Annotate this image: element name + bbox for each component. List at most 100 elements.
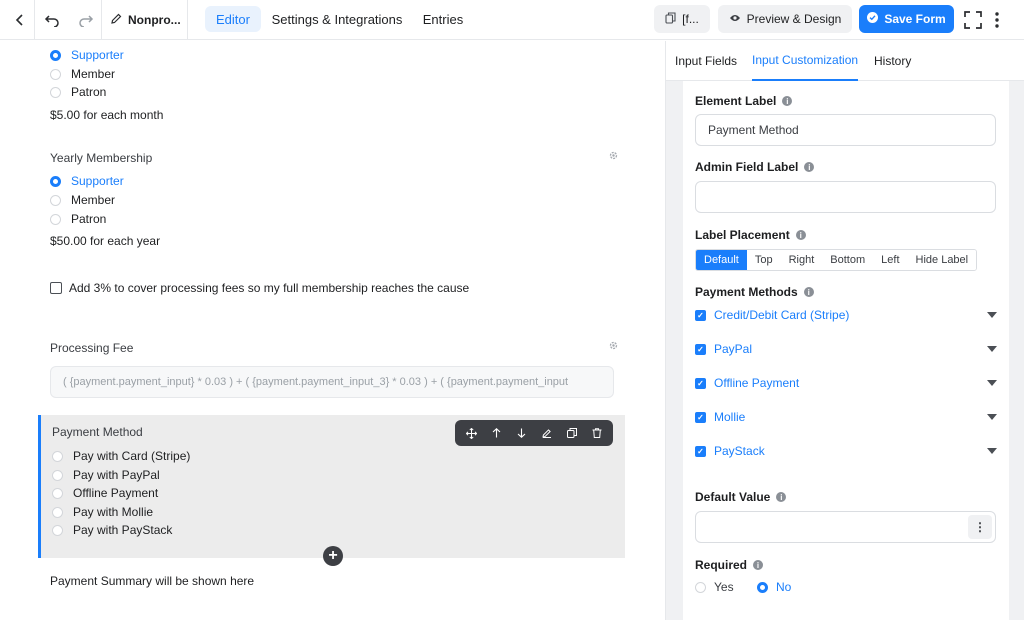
radio-label: Pay with PayStack (73, 523, 173, 537)
undo-icon[interactable] (38, 6, 66, 34)
redo-icon[interactable] (72, 6, 100, 34)
placement-hide-label[interactable]: Hide Label (907, 250, 977, 270)
placement-default[interactable]: Default (696, 250, 747, 270)
radio-indicator (52, 487, 63, 499)
trash-icon[interactable] (587, 423, 607, 443)
caret-down-icon[interactable] (987, 380, 997, 386)
radio-label: Member (71, 193, 116, 207)
caret-down-icon[interactable] (987, 448, 997, 454)
placement-right[interactable]: Right (780, 250, 823, 270)
payment-method-row-stripe[interactable]: ✓ Credit/Debit Card (Stripe) (695, 305, 997, 325)
preview-design-button[interactable]: Preview & Design (718, 5, 852, 33)
payment-option-mollie[interactable]: Pay with Mollie (52, 505, 153, 519)
checkbox-checked-icon[interactable]: ✓ (695, 309, 706, 321)
yearly-option-member[interactable]: Member (50, 193, 115, 207)
processing-fee-formula-input[interactable]: ( {payment.payment_input} * 0.03 ) + ( {… (50, 366, 614, 398)
check-circle-icon (867, 12, 879, 26)
info-icon: i (782, 96, 793, 106)
heading-text: Admin Field Label (695, 160, 799, 174)
tab-input-fields[interactable]: Input Fields (675, 41, 737, 81)
radio-indicator (52, 506, 63, 518)
shortcode-label: [f... (682, 12, 699, 26)
save-form-label: Save Form (884, 12, 946, 26)
tab-editor[interactable]: Editor (205, 6, 261, 32)
fullscreen-icon[interactable] (959, 6, 987, 34)
payment-option-paypal[interactable]: Pay with PayPal (52, 468, 160, 482)
payment-method-row-mollie[interactable]: ✓ Mollie (695, 407, 997, 427)
required-option-yes[interactable]: Yes (695, 580, 734, 594)
label-placement-segmented: Default Top Right Bottom Left Hide Label (695, 249, 978, 271)
duplicate-icon[interactable] (562, 423, 582, 443)
default-value-heading: Default Value i (695, 490, 787, 504)
checkbox-checked-icon[interactable]: ✓ (695, 411, 706, 423)
back-icon[interactable] (6, 6, 34, 34)
payment-method-row-paystack[interactable]: ✓ PayStack (695, 441, 997, 461)
checkbox-checked-icon[interactable]: ✓ (695, 343, 706, 355)
heading-text: Required (695, 558, 748, 572)
payment-method-row-offline[interactable]: ✓ Offline Payment (695, 373, 997, 393)
radio-label: Supporter (71, 174, 124, 188)
settings-gear-icon[interactable] (606, 148, 620, 162)
element-label-input[interactable]: Payment Method (695, 114, 996, 146)
arrow-up-icon[interactable] (487, 423, 507, 443)
add-field-plus-icon[interactable]: + (323, 546, 343, 566)
shortcode-button[interactable]: [f... (654, 5, 710, 33)
payment-method-name: Offline Payment (714, 376, 800, 390)
radio-indicator (50, 194, 61, 206)
caret-down-icon[interactable] (987, 346, 997, 352)
payment-option-card[interactable]: Pay with Card (Stripe) (52, 449, 190, 463)
radio-label: Pay with Card (Stripe) (73, 449, 191, 463)
placement-top[interactable]: Top (746, 250, 781, 270)
eye-icon (729, 12, 741, 26)
radio-label: Patron (71, 85, 107, 99)
divider (34, 0, 35, 40)
checkbox-checked-icon[interactable]: ✓ (695, 377, 706, 389)
default-value-input[interactable]: ⋮ (695, 511, 996, 543)
caret-down-icon[interactable] (987, 414, 997, 420)
element-label-heading: Element Label i (695, 94, 793, 108)
radio-indicator (52, 524, 63, 536)
more-vertical-icon[interactable]: ⋮ (968, 515, 992, 539)
placement-left[interactable]: Left (873, 250, 908, 270)
tab-history[interactable]: History (874, 41, 911, 81)
payment-methods-heading: Payment Methods i (695, 285, 814, 299)
heading-text: Label Placement (695, 228, 790, 242)
more-options-icon[interactable] (984, 6, 1010, 34)
form-canvas: Supporter Member Patron $5.00 for each m… (0, 41, 665, 620)
form-title[interactable]: Nonpro... (110, 0, 181, 40)
placement-bottom[interactable]: Bottom (822, 250, 874, 270)
radio-indicator (50, 86, 61, 98)
required-option-no[interactable]: No (757, 580, 791, 594)
payment-option-paystack[interactable]: Pay with PayStack (52, 523, 172, 537)
payment-option-offline[interactable]: Offline Payment (52, 486, 158, 500)
processing-fee-checkbox[interactable]: Add 3% to cover processing fees so my fu… (50, 281, 469, 295)
settings-gear-icon[interactable] (606, 338, 620, 352)
arrow-down-icon[interactable] (512, 423, 532, 443)
tab-input-customization[interactable]: Input Customization (752, 41, 859, 81)
monthly-option-patron[interactable]: Patron (50, 85, 106, 99)
edit-icon[interactable] (537, 423, 557, 443)
radio-label: Pay with Mollie (73, 505, 154, 519)
yearly-price-text: $50.00 for each year (50, 234, 161, 248)
radio-label: Member (71, 67, 116, 81)
radio-indicator (50, 49, 61, 61)
admin-field-label-input[interactable] (695, 181, 996, 213)
checkbox-label: Add 3% to cover processing fees so my fu… (69, 281, 470, 295)
move-icon[interactable] (462, 423, 482, 443)
pencil-icon (110, 13, 122, 28)
radio-label: Supporter (71, 48, 124, 62)
save-form-button[interactable]: Save Form (859, 5, 954, 33)
radio-label: No (776, 580, 792, 594)
payment-method-label: Payment Method (52, 425, 143, 439)
radio-indicator (52, 469, 63, 481)
tab-settings-integrations[interactable]: Settings & Integrations (266, 6, 408, 32)
yearly-option-supporter[interactable]: Supporter (50, 174, 124, 188)
checkbox-checked-icon[interactable]: ✓ (695, 445, 706, 457)
top-bar: Nonpro... Editor Settings & Integrations… (0, 0, 1024, 40)
monthly-option-supporter[interactable]: Supporter (50, 48, 124, 62)
tab-entries[interactable]: Entries (414, 6, 472, 32)
payment-method-row-paypal[interactable]: ✓ PayPal (695, 339, 997, 359)
monthly-option-member[interactable]: Member (50, 67, 115, 81)
caret-down-icon[interactable] (987, 312, 997, 318)
yearly-option-patron[interactable]: Patron (50, 212, 106, 226)
